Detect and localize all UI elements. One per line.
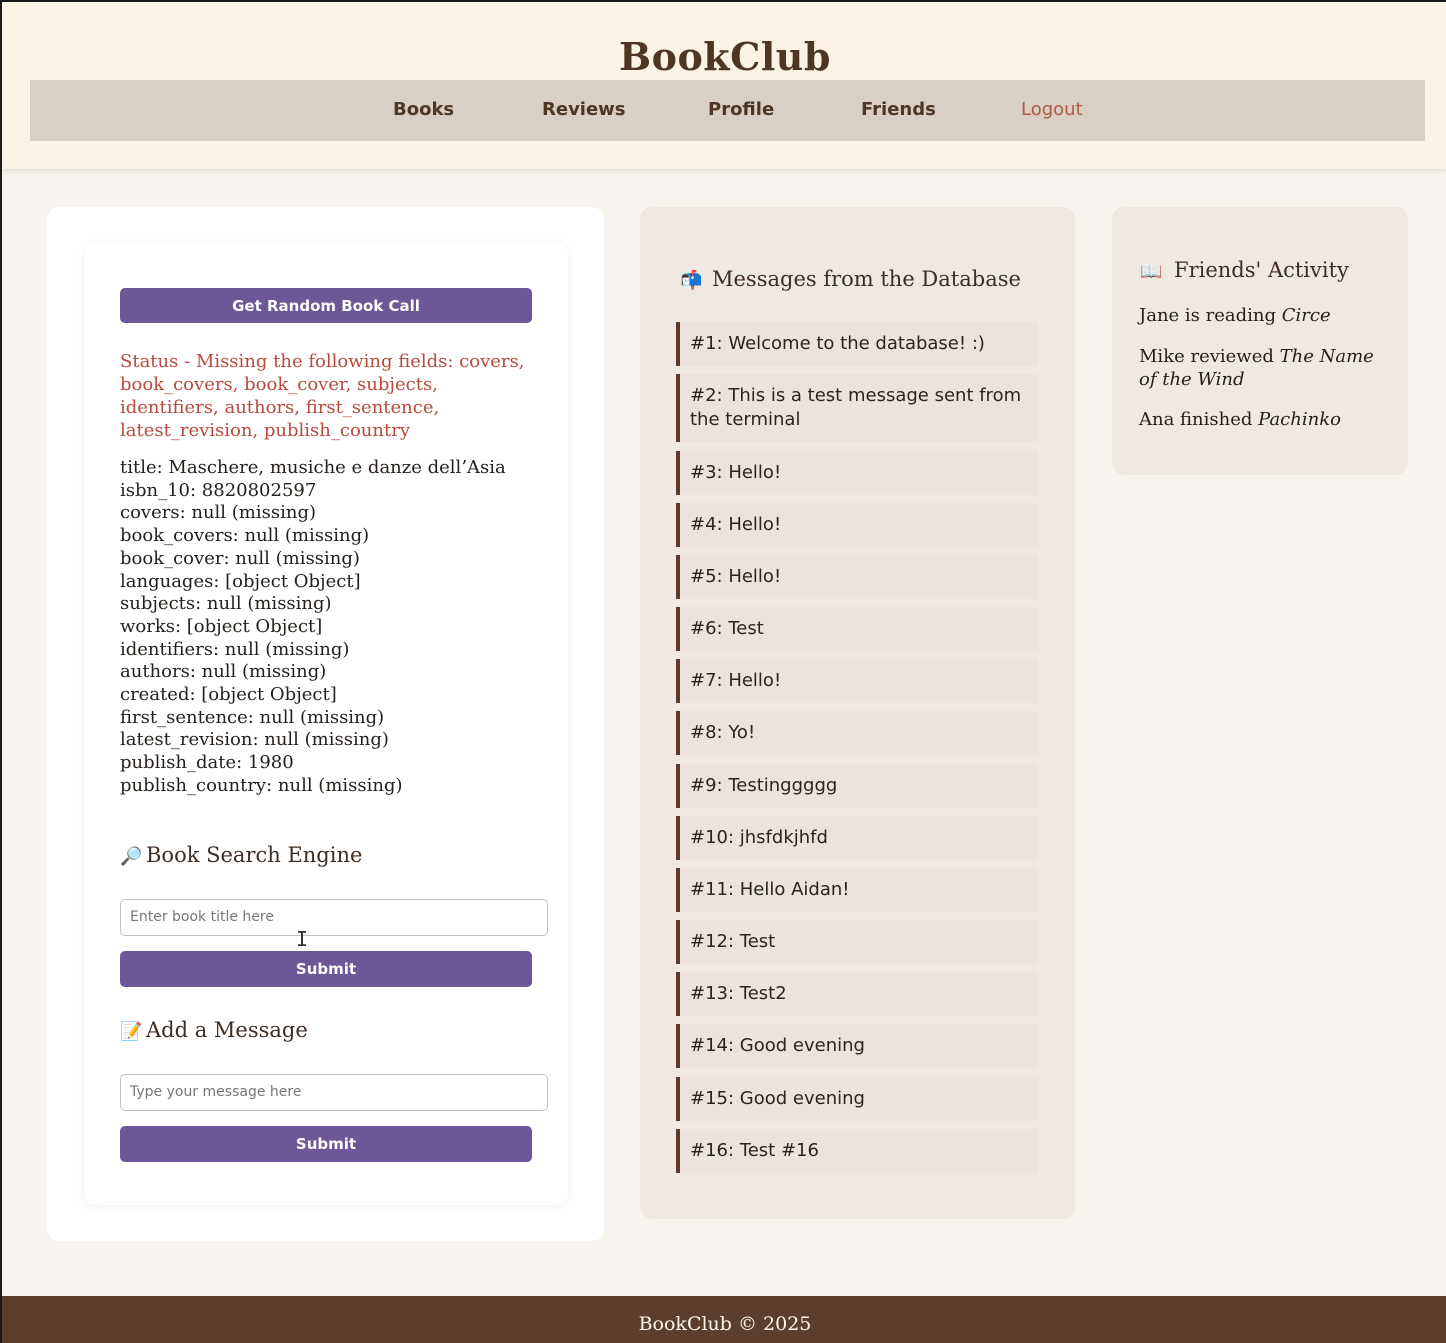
message-item: #5: Hello! bbox=[676, 555, 1038, 599]
text-cursor-icon: I bbox=[296, 927, 309, 951]
friends-activity-panel: 📖 Friends' Activity Jane is reading Circe… bbox=[1112, 207, 1408, 475]
book-panel: Get Random Book Call Status - Missing th… bbox=[47, 207, 604, 1241]
message-item: #3: Hello! bbox=[676, 451, 1038, 495]
activity-book-title: Pachinko bbox=[1258, 409, 1341, 430]
friends-activity-heading-label: Friends' Activity bbox=[1174, 258, 1349, 282]
activity-book-title: Circe bbox=[1281, 305, 1331, 326]
message-item: #8: Yo! bbox=[676, 711, 1038, 755]
messages-panel: 📬 Messages from the Database #1: Welcome … bbox=[640, 207, 1075, 1219]
add-message-heading: 📝 Add a Message bbox=[120, 1018, 308, 1042]
book-field: book_covers: null (missing) bbox=[120, 525, 370, 547]
book-field: languages: [object Object] bbox=[120, 570, 361, 592]
book-field: latest_revision: null (missing) bbox=[120, 729, 389, 751]
message-item: #10: jhsfdkjhfd bbox=[676, 816, 1038, 860]
message-item: #12: Test bbox=[676, 920, 1038, 964]
search-submit-button[interactable]: Submit bbox=[120, 951, 532, 987]
book-field: works: [object Object] bbox=[120, 615, 323, 637]
book-field: publish_country: null (missing) bbox=[120, 774, 403, 796]
nav-friends[interactable]: Friends bbox=[861, 99, 936, 120]
nav-logout[interactable]: Logout bbox=[1021, 99, 1083, 120]
search-heading-label: Book Search Engine bbox=[146, 843, 363, 867]
message-item: #9: Testinggggg bbox=[676, 764, 1038, 808]
book-panel-inner: Get Random Book Call Status - Missing th… bbox=[84, 243, 568, 1205]
book-search-input[interactable]: Enter book title here bbox=[120, 899, 548, 936]
random-book-button[interactable]: Get Random Book Call bbox=[120, 288, 532, 323]
activity-item: Jane is reading Circe bbox=[1139, 304, 1379, 327]
book-field: book_cover: null (missing) bbox=[120, 547, 360, 569]
magnifier-icon: 🔎 bbox=[120, 846, 143, 867]
book-details: title: Maschere, musiche e danze dell’As… bbox=[120, 457, 550, 798]
friends-activity-heading: 📖 Friends' Activity bbox=[1140, 258, 1349, 282]
book-field: title: Maschere, musiche e danze dell’As… bbox=[120, 457, 506, 478]
nav-books[interactable]: Books bbox=[393, 99, 454, 120]
mailbox-icon: 📬 bbox=[680, 270, 703, 291]
book-field: first_sentence: null (missing) bbox=[120, 706, 385, 728]
activity-text: Mike reviewed bbox=[1139, 346, 1280, 367]
activity-item: Ana finished Pachinko bbox=[1139, 408, 1379, 431]
book-field: subjects: null (missing) bbox=[120, 593, 332, 615]
message-item: #11: Hello Aidan! bbox=[676, 868, 1038, 912]
message-input[interactable]: Type your message here bbox=[120, 1074, 548, 1111]
message-item: #14: Good evening bbox=[676, 1024, 1038, 1068]
messages-heading-label: Messages from the Database bbox=[712, 267, 1021, 291]
book-field: created: [object Object] bbox=[120, 684, 337, 706]
book-field: covers: null (missing) bbox=[120, 502, 317, 524]
activity-text: Ana finished bbox=[1139, 409, 1259, 430]
message-item: #1: Welcome to the database! :) bbox=[676, 322, 1038, 366]
site-title: BookClub bbox=[618, 34, 832, 79]
activity-text: Jane is reading bbox=[1139, 305, 1282, 326]
message-item: #6: Test bbox=[676, 607, 1038, 651]
activity-item: Mike reviewed The Name of the Wind bbox=[1139, 345, 1379, 391]
book-field: identifiers: null (missing) bbox=[120, 638, 350, 660]
book-field: authors: null (missing) bbox=[120, 661, 327, 683]
message-item: #4: Hello! bbox=[676, 503, 1038, 547]
nav-profile[interactable]: Profile bbox=[708, 99, 774, 120]
status-message: Status - Missing the following fields: c… bbox=[120, 351, 525, 441]
book-field: isbn_10: 8820802597 bbox=[120, 479, 317, 501]
open-book-icon: 📖 bbox=[1140, 261, 1163, 282]
message-item: #13: Test2 bbox=[676, 972, 1038, 1016]
search-heading: 🔎 Book Search Engine bbox=[120, 843, 362, 867]
site-footer: BookClub © 2025 bbox=[2, 1296, 1446, 1343]
message-item: #16: Test #16 bbox=[676, 1129, 1038, 1173]
navbar: Books Reviews Profile Friends Logout bbox=[30, 80, 1425, 141]
site-header: BookClub Books Reviews Profile Friends L… bbox=[2, 2, 1446, 169]
message-item: #15: Good evening bbox=[676, 1077, 1038, 1121]
message-submit-button[interactable]: Submit bbox=[120, 1126, 532, 1162]
add-message-heading-label: Add a Message bbox=[146, 1018, 308, 1042]
memo-icon: 📝 bbox=[120, 1021, 143, 1042]
message-item: #2: This is a test message sent from the… bbox=[676, 374, 1038, 442]
message-item: #7: Hello! bbox=[676, 659, 1038, 703]
book-field: publish_date: 1980 bbox=[120, 752, 294, 774]
nav-reviews[interactable]: Reviews bbox=[542, 99, 626, 120]
messages-heading: 📬 Messages from the Database bbox=[680, 267, 1021, 291]
